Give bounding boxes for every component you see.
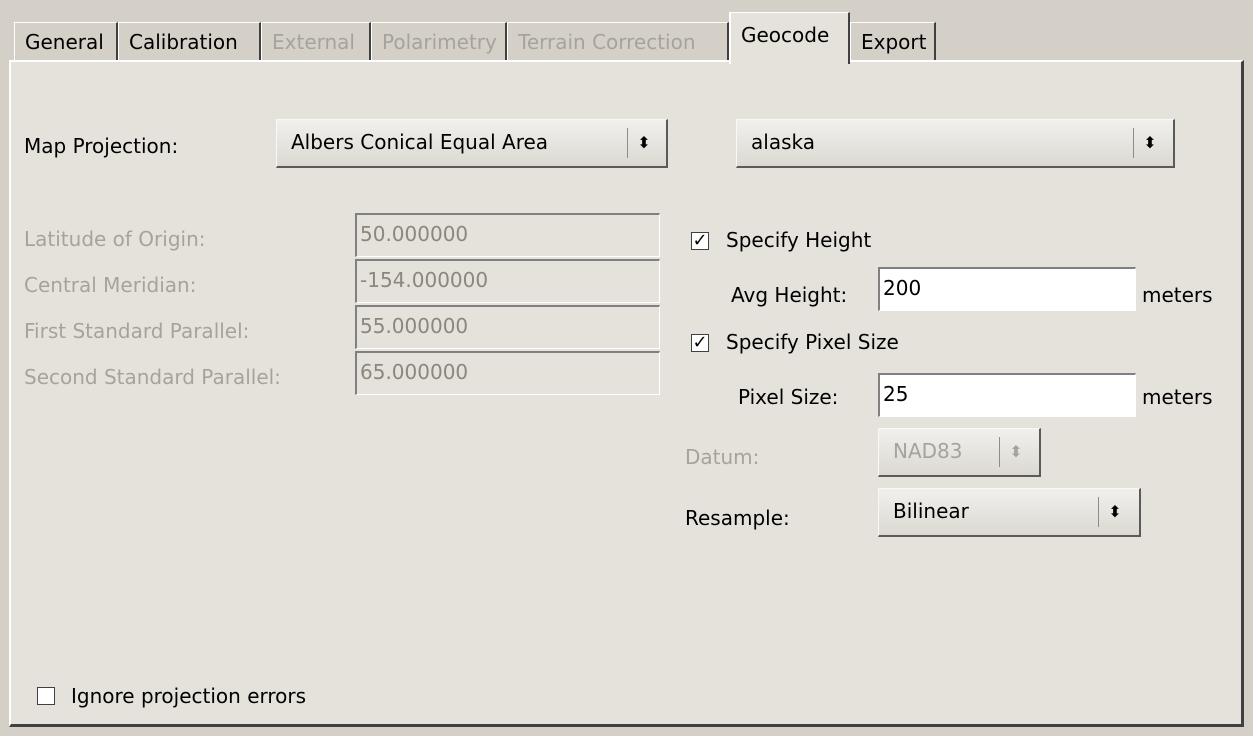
second-standard-parallel-label: Second Standard Parallel: bbox=[24, 365, 281, 389]
combo-separator bbox=[627, 128, 628, 158]
tab-external: External bbox=[261, 22, 371, 62]
avg-height-field[interactable]: 200 bbox=[878, 267, 1136, 311]
central-meridian-label: Central Meridian: bbox=[24, 273, 197, 297]
latitude-of-origin-label: Latitude of Origin: bbox=[24, 227, 206, 251]
datum-label: Datum: bbox=[685, 445, 760, 469]
resample-select[interactable]: Bilinear ⬍ bbox=[878, 488, 1141, 537]
check-icon: ✓ bbox=[692, 230, 708, 251]
first-standard-parallel-label: First Standard Parallel: bbox=[24, 319, 250, 343]
ignore-projection-errors-label: Ignore projection errors bbox=[71, 684, 307, 708]
tab-export[interactable]: Export bbox=[850, 22, 936, 62]
pixel-size-unit: meters bbox=[1142, 385, 1213, 409]
updown-arrow-icon: ⬍ bbox=[1108, 502, 1122, 521]
tab-geocode[interactable]: Geocode bbox=[729, 12, 850, 64]
geocode-dialog: General Calibration External Polarimetry… bbox=[0, 0, 1253, 736]
updown-arrow-icon: ⬍ bbox=[1143, 133, 1157, 152]
ignore-projection-errors-checkbox[interactable] bbox=[37, 687, 55, 705]
tab-terrain-correction: Terrain Correction bbox=[507, 22, 729, 62]
projection-preset-select[interactable]: alaska ⬍ bbox=[736, 119, 1175, 168]
first-standard-parallel-field: 55.000000 bbox=[355, 305, 660, 349]
specify-height-checkbox[interactable]: ✓ bbox=[691, 232, 709, 250]
resample-value: Bilinear bbox=[893, 499, 969, 523]
central-meridian-field: -154.000000 bbox=[355, 259, 660, 303]
avg-height-label: Avg Height: bbox=[731, 283, 848, 307]
tab-polarimetry: Polarimetry bbox=[371, 22, 507, 62]
map-projection-value: Albers Conical Equal Area bbox=[291, 130, 549, 154]
second-standard-parallel-field: 65.000000 bbox=[355, 351, 660, 395]
updown-arrow-icon: ⬍ bbox=[1009, 442, 1023, 461]
specify-height-label: Specify Height bbox=[726, 228, 872, 252]
projection-preset-value: alaska bbox=[751, 130, 815, 154]
pixel-size-label: Pixel Size: bbox=[738, 385, 839, 409]
resample-label: Resample: bbox=[685, 506, 790, 530]
avg-height-unit: meters bbox=[1142, 283, 1213, 307]
combo-separator bbox=[1098, 497, 1099, 527]
specify-pixel-size-label: Specify Pixel Size bbox=[726, 330, 899, 354]
updown-arrow-icon: ⬍ bbox=[637, 133, 651, 152]
latitude-of-origin-field: 50.000000 bbox=[355, 213, 660, 257]
pixel-size-field[interactable]: 25 bbox=[878, 373, 1136, 417]
map-projection-label: Map Projection: bbox=[24, 134, 179, 158]
combo-separator bbox=[999, 437, 1000, 467]
datum-select: NAD83 ⬍ bbox=[878, 428, 1041, 477]
datum-value: NAD83 bbox=[893, 439, 963, 463]
geocode-panel: Map Projection: Albers Conical Equal Are… bbox=[9, 60, 1244, 727]
check-icon: ✓ bbox=[692, 332, 708, 353]
combo-separator bbox=[1133, 128, 1134, 158]
tab-calibration[interactable]: Calibration bbox=[118, 22, 261, 62]
specify-pixel-size-checkbox[interactable]: ✓ bbox=[691, 334, 709, 352]
map-projection-select[interactable]: Albers Conical Equal Area ⬍ bbox=[276, 119, 668, 168]
tab-general[interactable]: General bbox=[14, 22, 118, 62]
